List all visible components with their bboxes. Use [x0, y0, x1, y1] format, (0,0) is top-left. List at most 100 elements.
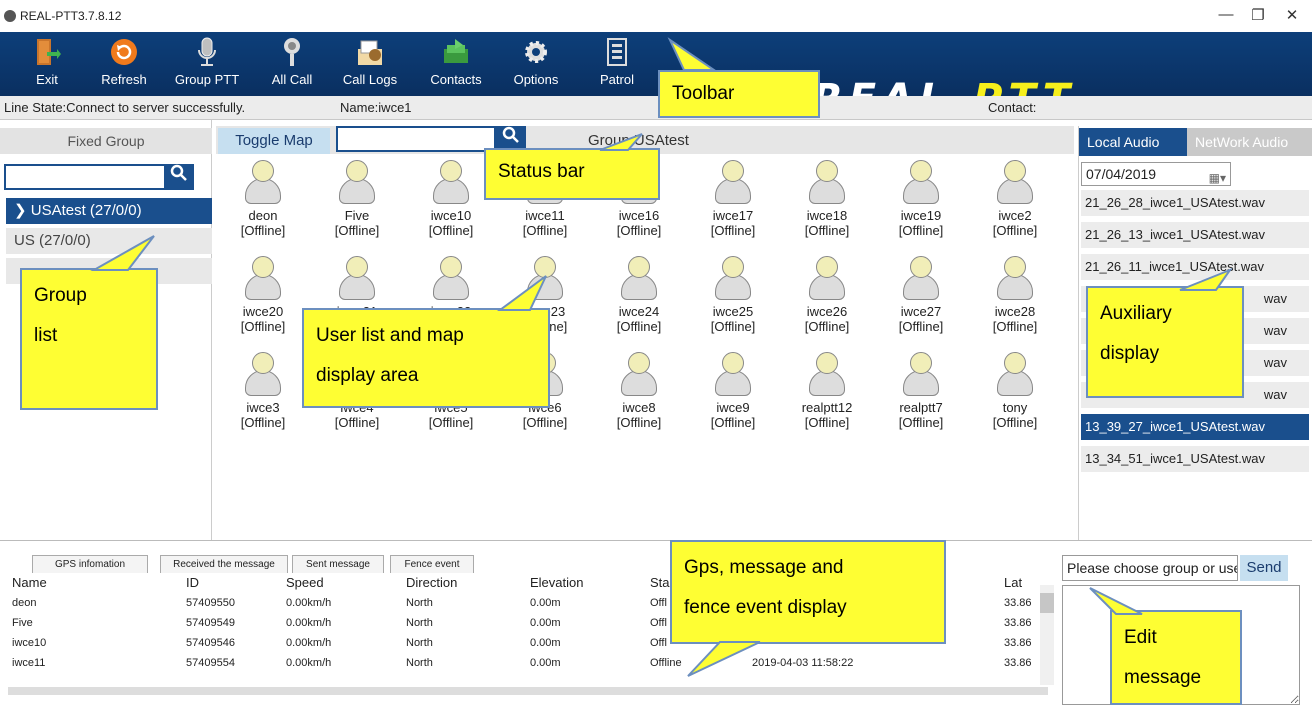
user-avatar-icon: [805, 352, 849, 396]
user-card[interactable]: iwce17 [Offline]: [686, 160, 780, 238]
audio-file-item[interactable]: 21_26_13_iwce1_USAtest.wav: [1081, 222, 1309, 248]
message-target-select[interactable]: Please choose group or user: [1062, 555, 1238, 581]
user-avatar-icon: [429, 160, 473, 204]
tab-received-message[interactable]: Received the message: [160, 555, 288, 573]
user-status: [Offline]: [710, 415, 756, 430]
callout-pointer: [496, 275, 547, 311]
search-icon: [170, 164, 188, 186]
scroll-thumb[interactable]: [1040, 593, 1054, 613]
column-header[interactable]: Name: [12, 575, 47, 590]
table-cell: 57409549: [186, 617, 235, 629]
user-card[interactable]: iwce18 [Offline]: [780, 160, 874, 238]
table-cell: 0.00m: [530, 617, 561, 629]
tab-network-audio[interactable]: NetWork Audio: [1187, 128, 1312, 156]
date-picker[interactable]: 07/04/2019 ▦▾: [1081, 162, 1231, 186]
audio-file-item[interactable]: 21_26_28_iwce1_USAtest.wav: [1081, 190, 1309, 216]
user-search-input[interactable]: [336, 126, 496, 152]
user-name: iwce18: [806, 208, 848, 223]
audio-file-item[interactable]: 13_34_51_iwce1_USAtest.wav: [1081, 446, 1309, 472]
user-avatar-icon: [805, 160, 849, 204]
table-row[interactable]: iwce11 57409554 0.00km/h North 0.00m Offline 2…: [0, 657, 1056, 677]
tab-fence-event[interactable]: Fence event: [390, 555, 474, 573]
user-status: [Offline]: [804, 223, 850, 238]
column-header[interactable]: Sta: [650, 575, 670, 590]
group-item-label: USAtest (27/0/0): [30, 202, 142, 219]
tab-gps-information[interactable]: GPS infomation: [32, 555, 148, 573]
user-card[interactable]: iwce19 [Offline]: [874, 160, 968, 238]
user-card[interactable]: iwce26 [Offline]: [780, 256, 874, 334]
user-name: iwce27: [900, 304, 942, 319]
user-status: [Offline]: [616, 319, 662, 334]
user-avatar-icon: [335, 256, 379, 300]
user-card[interactable]: iwce27 [Offline]: [874, 256, 968, 334]
column-header[interactable]: ID: [186, 575, 199, 590]
user-name: Five: [344, 208, 370, 223]
column-header[interactable]: Elevation: [530, 575, 583, 590]
user-card[interactable]: iwce28 [Offline]: [968, 256, 1062, 334]
user-name: iwce19: [900, 208, 942, 223]
user-card[interactable]: iwce3 [Offline]: [216, 352, 310, 430]
table-cell: North: [406, 617, 433, 629]
callout-pointer: [599, 133, 643, 151]
refresh-button[interactable]: Refresh: [94, 32, 154, 96]
close-icon[interactable]: ✕: [1282, 6, 1302, 24]
user-card[interactable]: iwce2 [Offline]: [968, 160, 1062, 238]
user-status: [Offline]: [240, 319, 286, 334]
contacts-button[interactable]: Contacts: [424, 32, 488, 96]
column-header[interactable]: Lat: [1004, 575, 1022, 590]
user-name: iwce8: [622, 400, 656, 415]
call-logs-button[interactable]: Call Logs: [338, 32, 402, 96]
callout-edit-message: Edit message: [1110, 610, 1242, 705]
user-status: [Offline]: [710, 223, 756, 238]
column-header[interactable]: Speed: [286, 575, 324, 590]
user-status: [Offline]: [428, 223, 474, 238]
patrol-button[interactable]: Patrol: [592, 32, 642, 96]
horizontal-scrollbar[interactable]: [8, 687, 1048, 695]
user-card[interactable]: deon [Offline]: [216, 160, 310, 238]
options-button[interactable]: Options: [506, 32, 566, 96]
user-status: [Offline]: [804, 319, 850, 334]
user-status: [Offline]: [898, 319, 944, 334]
send-button[interactable]: Send: [1240, 555, 1288, 581]
fixed-group-header[interactable]: Fixed Group: [0, 128, 212, 154]
restore-icon[interactable]: ❐: [1248, 6, 1268, 24]
user-avatar-icon: [711, 256, 755, 300]
user-card[interactable]: iwce20 [Offline]: [216, 256, 310, 334]
table-cell: 57409546: [186, 637, 235, 649]
table-cell: North: [406, 637, 433, 649]
group-item[interactable]: ❯ USAtest (27/0/0): [6, 198, 212, 224]
user-card[interactable]: tony [Offline]: [968, 352, 1062, 430]
minimize-icon[interactable]: —: [1216, 6, 1236, 23]
user-card[interactable]: iwce9 [Offline]: [686, 352, 780, 430]
user-card[interactable]: Five [Offline]: [310, 160, 404, 238]
user-avatar-icon: [617, 256, 661, 300]
user-card[interactable]: realptt7 [Offline]: [874, 352, 968, 430]
user-name: iwce25: [712, 304, 754, 319]
user-name: iwce2: [998, 208, 1032, 223]
group-ptt-button[interactable]: Group PTT: [170, 32, 244, 96]
user-card[interactable]: realptt12 [Offline]: [780, 352, 874, 430]
user-card[interactable]: iwce25 [Offline]: [686, 256, 780, 334]
user-status: [Offline]: [898, 415, 944, 430]
user-status: [Offline]: [334, 223, 380, 238]
table-cell: Offl: [650, 637, 667, 649]
group-search-button[interactable]: [164, 164, 194, 190]
user-status: [Offline]: [334, 415, 380, 430]
callout-pointer: [1089, 587, 1143, 615]
table-cell: North: [406, 597, 433, 609]
user-card[interactable]: iwce24 [Offline]: [592, 256, 686, 334]
toggle-map-button[interactable]: Toggle Map: [218, 128, 330, 154]
vertical-scrollbar[interactable]: [1040, 585, 1054, 685]
tab-sent-message[interactable]: Sent message: [292, 555, 384, 573]
microphone-icon: [191, 36, 223, 68]
user-card[interactable]: iwce8 [Offline]: [592, 352, 686, 430]
table-cell: 0.00km/h: [286, 637, 332, 649]
exit-button[interactable]: Exit: [22, 32, 72, 96]
audio-file-item[interactable]: 13_39_27_iwce1_USAtest.wav: [1081, 414, 1309, 440]
date-value: 07/04/2019: [1086, 166, 1157, 182]
all-call-button[interactable]: All Call: [264, 32, 320, 96]
table-cell: 57409550: [186, 597, 235, 609]
user-name: realptt7: [899, 400, 943, 415]
tab-local-audio[interactable]: Local Audio: [1079, 128, 1187, 156]
column-header[interactable]: Direction: [406, 575, 457, 590]
